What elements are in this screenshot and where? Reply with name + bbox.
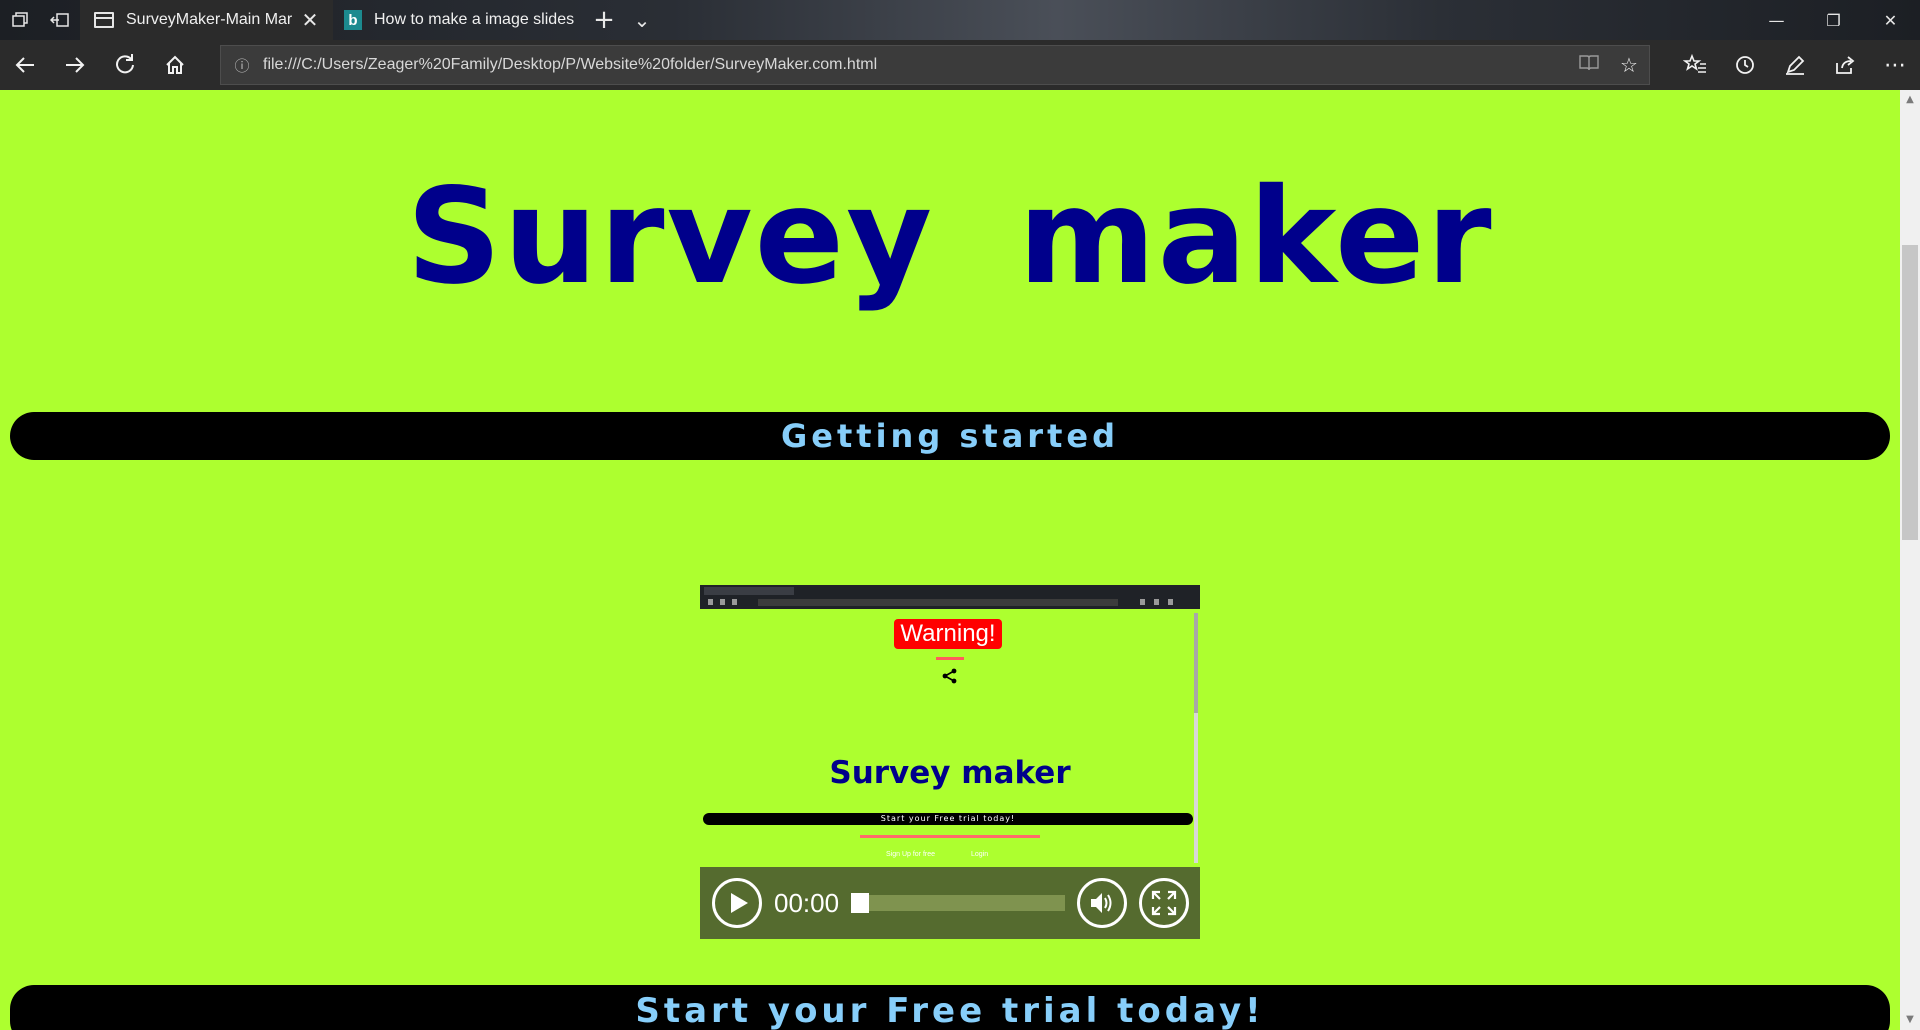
close-window-icon[interactable]: ✕ (1862, 0, 1919, 40)
restore-icon[interactable]: ❐ (1805, 0, 1862, 40)
video-progress-bar[interactable] (851, 893, 1066, 913)
tab-title: How to make a image slides (374, 11, 574, 28)
browser-nav-bar: ⓘ file:///C:/Users/Zeager%20Family/Deskt… (0, 40, 1920, 90)
video-controls: 00:00 (700, 867, 1200, 939)
video-time: 00:00 (774, 887, 840, 918)
address-url[interactable]: file:///C:/Users/Zeager%20Family/Desktop… (263, 56, 1569, 74)
progress-handle[interactable] (851, 893, 870, 913)
share-icon (938, 667, 962, 691)
scroll-down-icon[interactable]: ▼ (1900, 1010, 1920, 1030)
refresh-icon[interactable] (100, 40, 150, 90)
video-player[interactable]: Warning! Survey maker Start your Free tr… (700, 585, 1200, 939)
web-page: Survey maker Getting started Warning! Su… (0, 90, 1900, 1030)
video-preview-frame: Warning! Survey maker Start your Free tr… (700, 609, 1200, 867)
tab-image-slides[interactable]: b How to make a image slides (334, 0, 574, 40)
preview-banner: Start your Free trial today! (703, 813, 1193, 825)
address-bar[interactable]: ⓘ file:///C:/Users/Zeager%20Family/Deskt… (220, 45, 1650, 85)
preview-login-link: Login (970, 851, 989, 858)
video-preview-browser-chrome (700, 585, 1200, 609)
preview-links: Sign Up for free Login (886, 851, 1022, 858)
new-tab-icon[interactable]: + (584, 0, 624, 40)
page-scrollbar[interactable]: ▲ ▼ (1900, 90, 1920, 1030)
preview-title: Survey maker (829, 755, 1071, 791)
site-info-icon[interactable]: ⓘ (221, 55, 263, 76)
reading-view-icon[interactable] (1569, 53, 1609, 77)
free-trial-banner: Start your Free trial today! (10, 985, 1890, 1030)
favorites-list-icon[interactable] (1670, 40, 1720, 90)
page-title: Survey maker (406, 160, 1494, 314)
history-icon[interactable] (1720, 40, 1770, 90)
tab-surveymaker[interactable]: SurveyMaker-Main Mar ✕ (80, 0, 333, 40)
more-icon[interactable]: ⋯ (1870, 40, 1920, 90)
tab-actions-icon[interactable] (0, 0, 40, 40)
preview-warning-badge: Warning! (894, 619, 1002, 649)
forward-arrow-icon[interactable] (50, 40, 100, 90)
bing-icon: b (344, 10, 362, 30)
play-icon[interactable] (712, 878, 762, 928)
share-icon[interactable] (1820, 40, 1870, 90)
getting-started-banner: Getting started (10, 412, 1890, 460)
volume-icon[interactable] (1077, 878, 1128, 928)
scroll-up-icon[interactable]: ▲ (1900, 90, 1920, 110)
home-icon[interactable] (150, 40, 200, 90)
back-arrow-icon[interactable] (0, 40, 50, 90)
tab-list-chevron-icon[interactable]: ⌄ (622, 0, 662, 40)
browser-title-bar: SurveyMaker-Main Mar ✕ b How to make a i… (0, 0, 1920, 40)
tab-title: SurveyMaker-Main Mar (126, 11, 293, 28)
favorite-star-icon[interactable]: ☆ (1609, 53, 1649, 77)
pen-icon[interactable] (1770, 40, 1820, 90)
minimize-icon[interactable]: — (1748, 0, 1805, 40)
set-tabs-aside-icon[interactable] (40, 0, 80, 40)
fullscreen-icon[interactable] (1139, 878, 1190, 928)
preview-signup-link: Sign Up for free (886, 851, 936, 858)
page-icon (94, 12, 114, 28)
scrollbar-thumb[interactable] (1902, 245, 1918, 540)
close-tab-icon[interactable]: ✕ (295, 8, 325, 33)
